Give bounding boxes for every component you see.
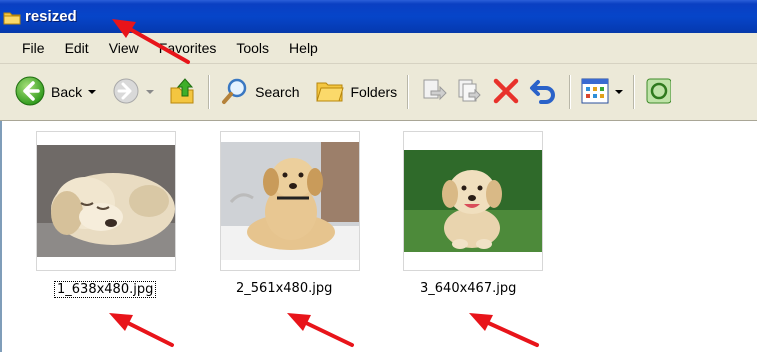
toolbar-separator — [407, 75, 410, 109]
copy-to-icon — [455, 77, 483, 108]
window-title: resized — [25, 8, 77, 25]
folder-icon — [3, 10, 21, 24]
up-folder-icon — [168, 76, 198, 109]
menu-bar: File Edit View Favorites Tools Help — [0, 33, 757, 64]
sync-button[interactable] — [641, 72, 675, 112]
folders-label: Folders — [350, 84, 398, 100]
views-grid-icon — [581, 78, 609, 107]
file-name-1[interactable]: 1_638x480.jpg — [54, 281, 157, 298]
back-arrow-icon — [14, 75, 46, 110]
file-view[interactable]: 1_638x480.jpg 2_561x480.jpg 3_640x467.jp… — [0, 121, 757, 352]
menu-edit[interactable]: Edit — [55, 33, 99, 63]
delete-button[interactable] — [487, 72, 525, 112]
back-button[interactable]: Back — [10, 72, 100, 112]
thumbnail-2[interactable] — [220, 131, 360, 271]
menu-tools[interactable]: Tools — [226, 33, 279, 63]
menu-view[interactable]: View — [99, 33, 149, 63]
title-bar[interactable]: resized — [0, 0, 757, 33]
move-to-button[interactable] — [415, 72, 451, 112]
search-button[interactable]: Search — [216, 72, 303, 112]
search-label: Search — [255, 84, 300, 100]
file-name-2[interactable]: 2_561x480.jpg — [236, 281, 332, 296]
up-folder-button[interactable] — [164, 72, 202, 112]
sync-icon — [645, 76, 672, 109]
back-dropdown-icon[interactable] — [88, 90, 97, 94]
views-button[interactable] — [577, 72, 627, 112]
menu-help[interactable]: Help — [279, 33, 328, 63]
explorer-window: resized File Edit View Favorites Tools H… — [0, 0, 757, 352]
forward-button[interactable] — [108, 72, 158, 112]
folders-icon — [315, 77, 345, 108]
copy-to-button[interactable] — [451, 72, 487, 112]
search-icon — [220, 76, 250, 109]
folders-button[interactable]: Folders — [311, 72, 401, 112]
toolbar: Back Search Folders — [0, 64, 757, 121]
file-name-3[interactable]: 3_640x467.jpg — [420, 281, 516, 296]
views-dropdown-icon[interactable] — [615, 90, 624, 94]
toolbar-separator — [208, 75, 211, 109]
undo-button[interactable] — [525, 72, 563, 112]
undo-icon — [529, 76, 559, 109]
puppy-sitting-image — [221, 142, 359, 260]
toolbar-separator — [569, 75, 572, 109]
puppy-sleeping-image — [37, 145, 175, 257]
thumbnail-3[interactable] — [403, 131, 543, 271]
move-to-icon — [419, 77, 447, 108]
forward-dropdown-icon[interactable] — [146, 90, 155, 94]
delete-x-icon — [491, 76, 521, 109]
back-label: Back — [51, 84, 83, 100]
menu-favorites[interactable]: Favorites — [149, 33, 227, 63]
forward-arrow-icon — [112, 77, 140, 108]
toolbar-separator — [633, 75, 636, 109]
puppy-grass-image — [404, 150, 542, 252]
menu-file[interactable]: File — [0, 33, 55, 63]
thumbnail-1[interactable] — [36, 131, 176, 271]
